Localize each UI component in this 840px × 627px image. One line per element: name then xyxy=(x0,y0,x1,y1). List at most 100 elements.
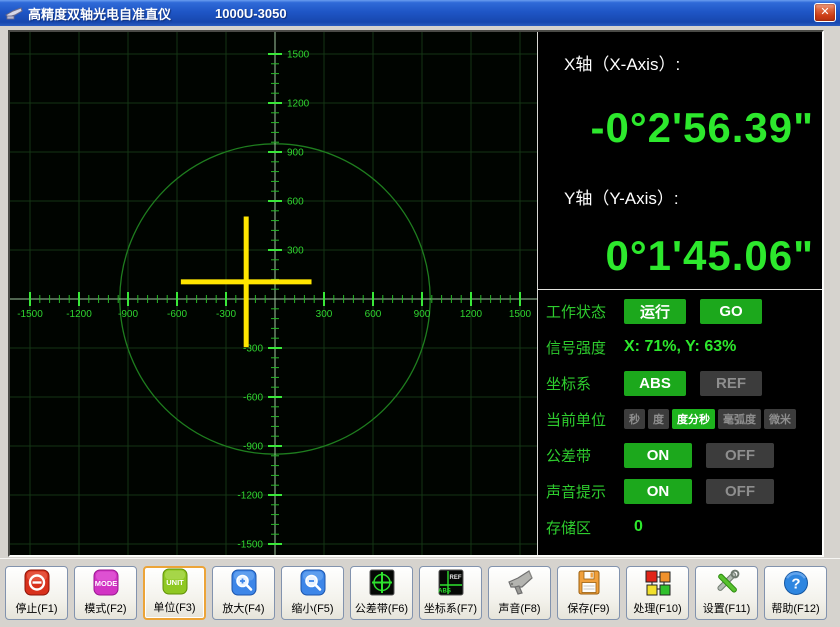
tolerance-band-label: 公差带 xyxy=(546,445,624,466)
tolerance-icon xyxy=(367,568,397,598)
scope-display: -1500 -1500 -1200 -1200 -900 -900 -600 -600 -300… xyxy=(10,32,538,555)
toolbar-button-单位-F3-[interactable]: UNIT 单位(F3) xyxy=(143,566,206,620)
app-window: 高精度双轴光电自准直仪 1000U-3050 ✕ -1500 -1500 -1200… xyxy=(0,0,840,627)
x-tick-label: -600 xyxy=(167,309,187,320)
toolbar-button-设置-F11-[interactable]: 设置(F11) xyxy=(695,566,758,620)
sound-prompt-row: 声音提示 ON OFF xyxy=(538,473,822,509)
y-tick-label: 1500 xyxy=(287,50,310,61)
y-tick-label: -1500 xyxy=(237,540,263,551)
unit-option-button[interactable]: 毫弧度 xyxy=(718,409,761,429)
mode-icon: MODE xyxy=(91,568,121,598)
unit-option-button[interactable]: 度 xyxy=(648,409,669,429)
settings-icon xyxy=(712,568,742,598)
toolbar-button-label: 缩小(F5) xyxy=(291,600,333,616)
toolbar-button-label: 保存(F9) xyxy=(567,600,609,616)
toolbar-button-坐标系-F7-[interactable]: REF ABS 坐标系(F7) xyxy=(419,566,482,620)
toolbar-button-声音-F8-[interactable]: 声音(F8) xyxy=(488,566,551,620)
svg-text:REF: REF xyxy=(449,575,461,581)
unit-options: 秒度度分秒毫弧度微米 xyxy=(624,409,796,429)
coordinate-system-label: 坐标系 xyxy=(546,373,624,394)
app-icon xyxy=(5,6,23,21)
process-icon xyxy=(643,568,673,598)
toolbar-button-label: 模式(F2) xyxy=(84,600,126,616)
x-tick-label: -900 xyxy=(118,309,138,320)
toolbar-button-label: 停止(F1) xyxy=(15,600,57,616)
x-tick-label: 1200 xyxy=(460,309,483,320)
y-tick-label: 600 xyxy=(287,197,304,208)
y-tick-label: 900 xyxy=(287,148,304,159)
y-axis-value: 0°1'45.06" xyxy=(605,232,814,280)
toolbar-button-label: 处理(F10) xyxy=(633,600,681,616)
abs-button[interactable]: ABS xyxy=(624,371,686,396)
tolerance-on-button[interactable]: ON xyxy=(624,443,692,468)
y-tick-label: 300 xyxy=(287,246,304,257)
toolbar-button-label: 公差带(F6) xyxy=(355,600,408,616)
y-tick-label: -600 xyxy=(243,393,263,404)
model-number: 1000U-3050 xyxy=(215,6,287,21)
signal-strength-row: 信号强度 X: 71%, Y: 63% xyxy=(538,329,822,365)
storage-area-row: 存储区 0 xyxy=(538,509,822,545)
svg-text:MODE: MODE xyxy=(94,579,117,588)
zoom-in-icon xyxy=(229,568,259,598)
x-tick-label: 900 xyxy=(414,309,431,320)
toolbar-button-模式-F2-[interactable]: MODE 模式(F2) xyxy=(74,566,137,620)
title-bar: 高精度双轴光电自准直仪 1000U-3050 ✕ xyxy=(0,0,840,26)
x-tick-label: 600 xyxy=(365,309,382,320)
toolbar-button-缩小-F5-[interactable]: 缩小(F5) xyxy=(281,566,344,620)
status-rows: 工作状态 运行 GO 信号强度 X: 71%, Y: 63% 坐标系 ABS R… xyxy=(538,293,822,545)
storage-area-value: 0 xyxy=(634,518,643,536)
current-unit-row: 当前单位 秒度度分秒毫弧度微米 xyxy=(538,401,822,437)
unit-option-button[interactable]: 微米 xyxy=(764,409,796,429)
toolbar-button-label: 放大(F4) xyxy=(222,600,264,616)
coordinate-system-row: 坐标系 ABS REF xyxy=(538,365,822,401)
current-unit-label: 当前单位 xyxy=(546,409,624,430)
zoom-out-icon xyxy=(298,568,328,598)
svg-text:ABS: ABS xyxy=(438,589,451,595)
unit-option-button[interactable]: 秒 xyxy=(624,409,645,429)
toolbar-button-停止-F1-[interactable]: 停止(F1) xyxy=(5,566,68,620)
scope-plot: -1500 -1500 -1200 -1200 -900 -900 -600 -600 -300… xyxy=(10,32,537,555)
save-icon xyxy=(574,568,604,598)
x-axis-value: -0°2'56.39" xyxy=(590,104,814,152)
unit-option-button[interactable]: 度分秒 xyxy=(672,409,715,429)
svg-text:UNIT: UNIT xyxy=(166,578,184,587)
sound-prompt-label: 声音提示 xyxy=(546,481,624,502)
run-button[interactable]: 运行 xyxy=(624,299,686,324)
coordinate-icon: REF ABS xyxy=(436,568,466,598)
x-tick-label: -1200 xyxy=(66,309,92,320)
y-tick-label: 1200 xyxy=(287,99,310,110)
toolbar-button-保存-F9-[interactable]: 保存(F9) xyxy=(557,566,620,620)
toolbar-button-label: 单位(F3) xyxy=(153,599,195,615)
go-button[interactable]: GO xyxy=(700,299,762,324)
x-tick-label: -1500 xyxy=(17,309,43,320)
sound-on-button[interactable]: ON xyxy=(624,479,692,504)
toolbar-button-label: 帮助(F12) xyxy=(771,600,819,616)
toolbar-button-处理-F10-[interactable]: 处理(F10) xyxy=(626,566,689,620)
y-tick-label: -1200 xyxy=(237,491,263,502)
window-title: 高精度双轴光电自准直仪 xyxy=(28,4,171,23)
stop-icon xyxy=(22,568,52,598)
sound-icon xyxy=(505,568,535,598)
x-tick-label: 300 xyxy=(316,309,333,320)
signal-strength-value: X: 71%, Y: 63% xyxy=(624,338,736,356)
toolbar-button-放大-F4-[interactable]: 放大(F4) xyxy=(212,566,275,620)
x-tick-label: 1500 xyxy=(509,309,532,320)
unit-icon: UNIT xyxy=(160,567,190,597)
svg-text:?: ? xyxy=(791,576,800,593)
close-button[interactable]: ✕ xyxy=(814,3,836,22)
sound-off-button[interactable]: OFF xyxy=(706,479,774,504)
toolbar-button-帮助-F12-[interactable]: ? 帮助(F12) xyxy=(764,566,827,620)
tolerance-off-button[interactable]: OFF xyxy=(706,443,774,468)
ref-button[interactable]: REF xyxy=(700,371,762,396)
toolbar-button-公差带-F6-[interactable]: 公差带(F6) xyxy=(350,566,413,620)
y-tick-label: -900 xyxy=(243,442,263,453)
help-icon: ? xyxy=(781,568,811,598)
tolerance-band-row: 公差带 ON OFF xyxy=(538,437,822,473)
work-status-row: 工作状态 运行 GO xyxy=(538,293,822,329)
readout-panel: X轴（X-Axis）: -0°2'56.39" Y轴（Y-Axis）: 0°1'… xyxy=(538,32,822,555)
storage-area-label: 存储区 xyxy=(546,517,624,538)
display-area: -1500 -1500 -1200 -1200 -900 -900 -600 -600 -300… xyxy=(8,30,824,557)
toolbar-button-label: 坐标系(F7) xyxy=(424,600,477,616)
y-axis-label: Y轴（Y-Axis）: xyxy=(564,184,679,209)
x-tick-label: -300 xyxy=(216,309,236,320)
